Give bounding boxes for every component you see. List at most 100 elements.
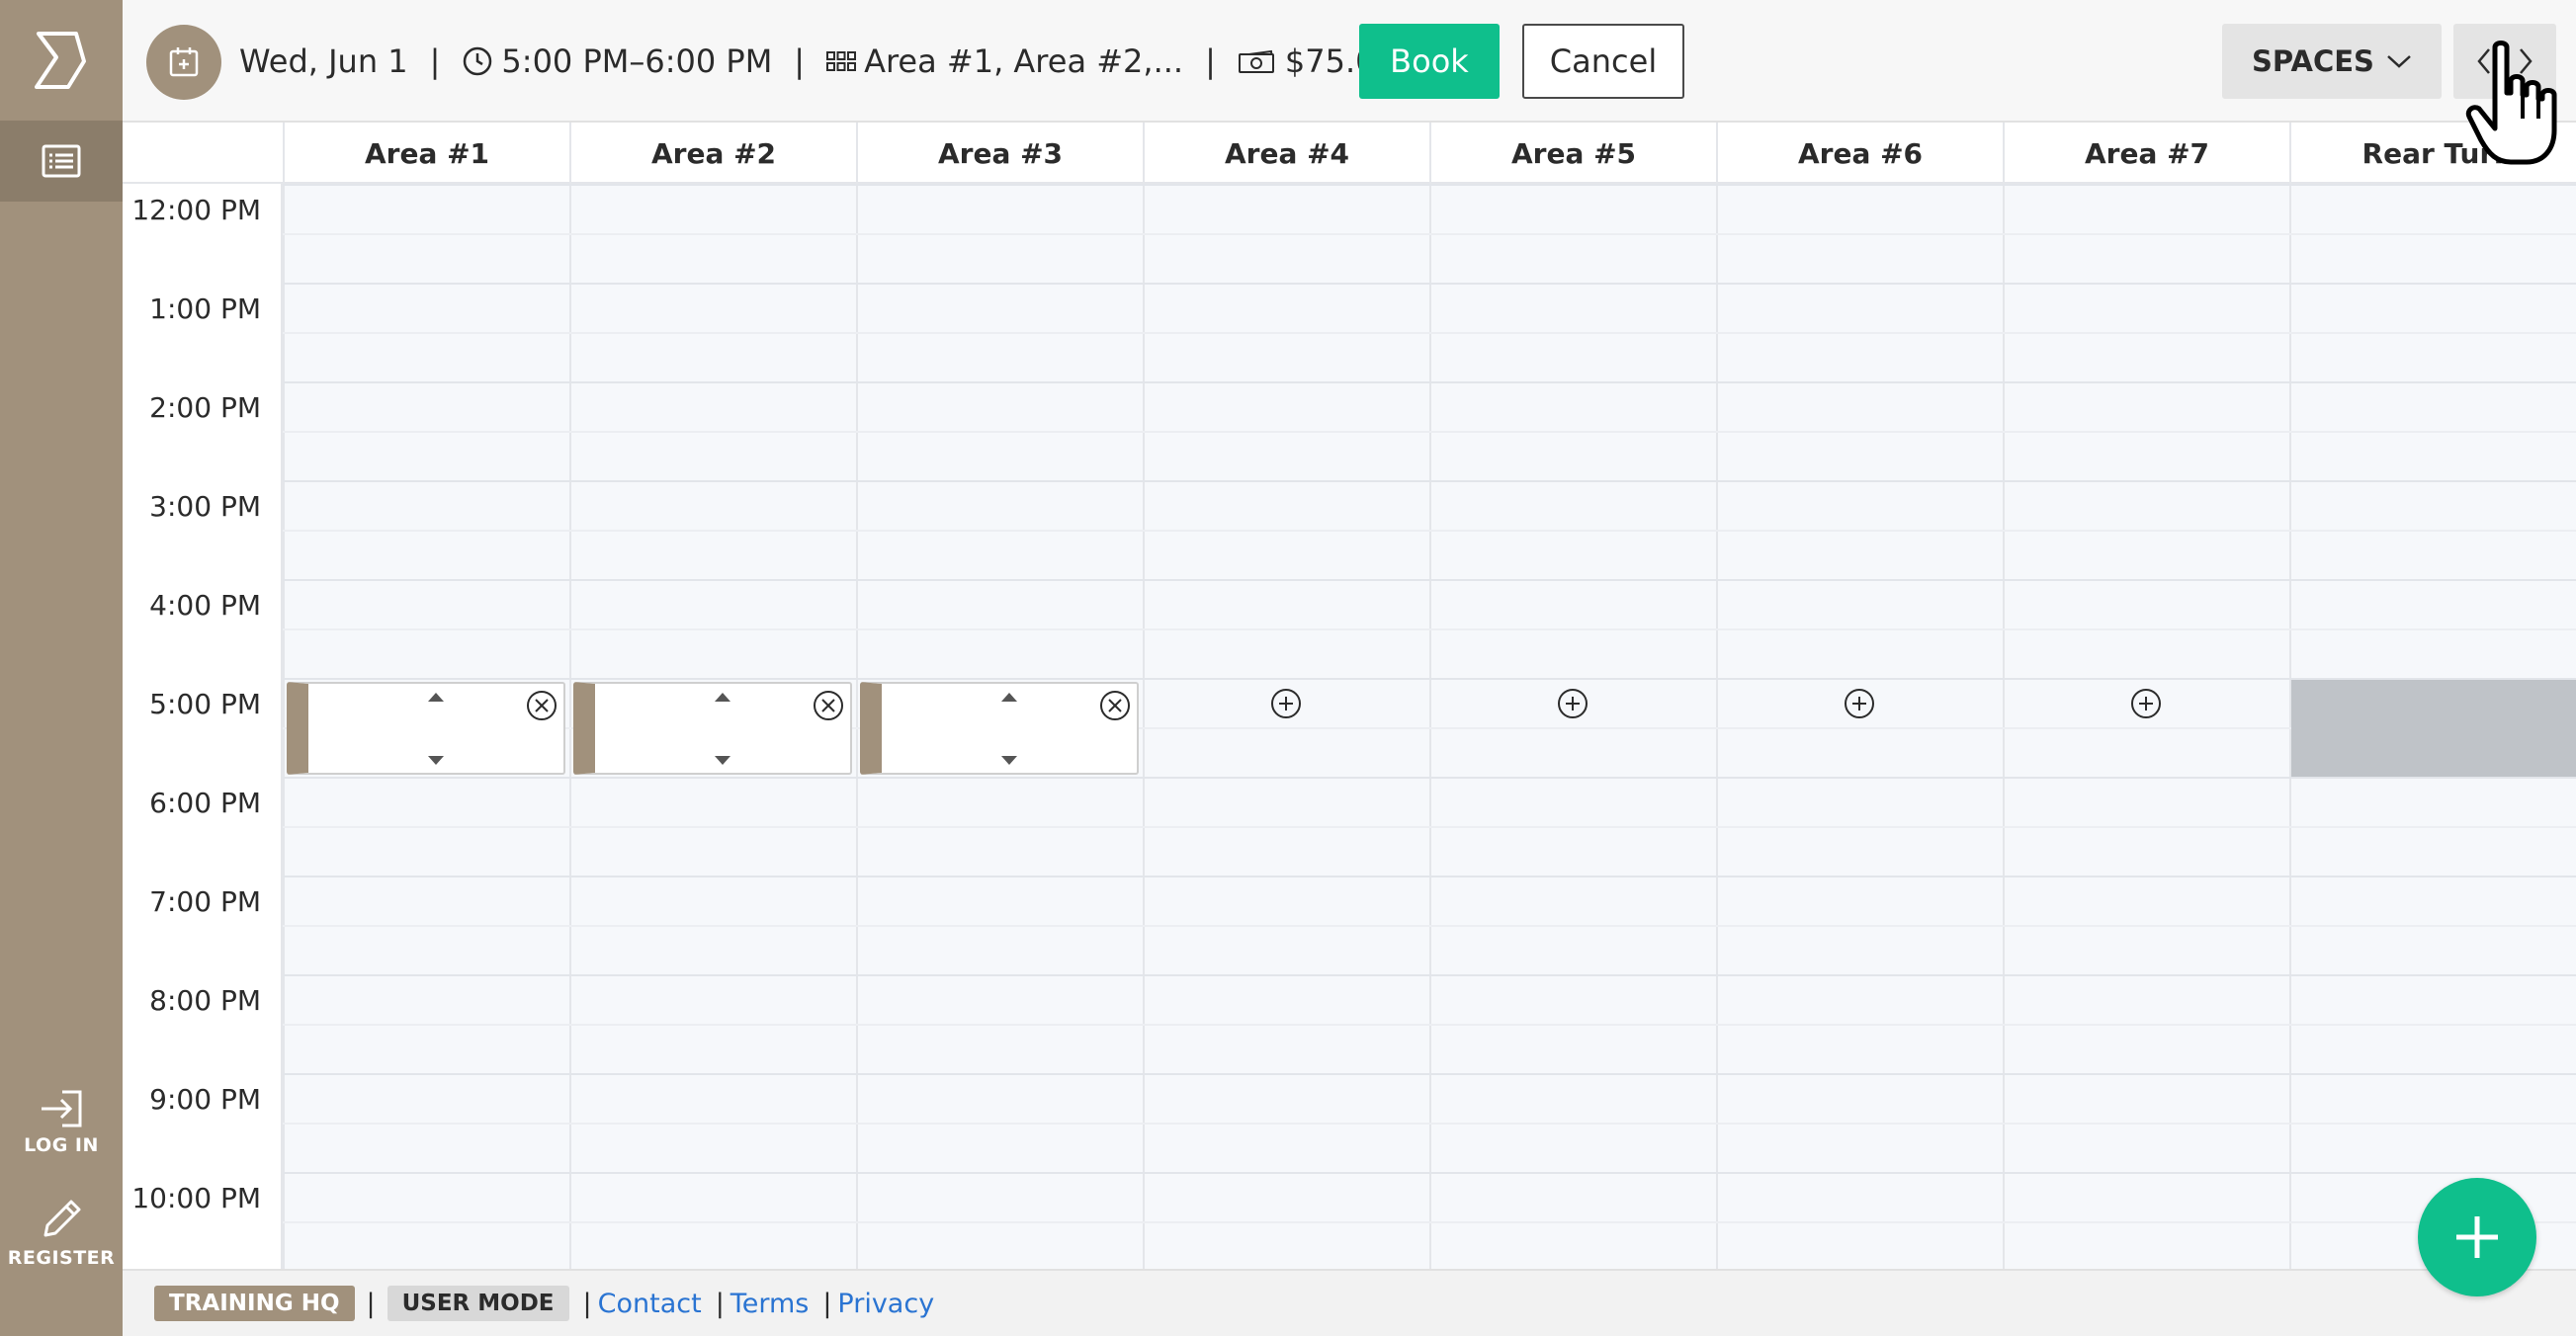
register-label: REGISTER xyxy=(7,1247,116,1269)
privacy-link[interactable]: Privacy xyxy=(837,1289,934,1319)
half-hour-line xyxy=(283,233,2576,235)
half-hour-line xyxy=(283,431,2576,433)
separator: | xyxy=(715,1288,725,1319)
half-hour-line xyxy=(283,1024,2576,1026)
calendar-icon xyxy=(169,47,199,77)
hour-line xyxy=(283,777,2576,779)
close-icon xyxy=(527,691,557,720)
remove-slot-button[interactable] xyxy=(526,690,558,725)
time-label: 4:00 PM xyxy=(149,589,261,622)
selected-slot[interactable] xyxy=(860,682,1139,775)
resize-handle-top[interactable] xyxy=(426,688,446,707)
time-label: 6:00 PM xyxy=(149,787,261,819)
half-hour-line xyxy=(283,628,2576,630)
add-slot-button[interactable] xyxy=(1270,688,1302,723)
login-icon xyxy=(42,1090,82,1127)
plus-circle-icon xyxy=(1271,689,1301,718)
caret-down-icon xyxy=(715,756,730,765)
column-divider xyxy=(1429,184,1431,1269)
plus-circle-icon xyxy=(2131,689,2161,718)
time-label: 12:00 PM xyxy=(131,194,261,226)
add-reservation-button[interactable] xyxy=(2418,1178,2536,1296)
resize-handle-bottom[interactable] xyxy=(426,752,446,771)
resize-handle-top[interactable] xyxy=(713,688,732,707)
chevron-left-icon[interactable] xyxy=(2475,46,2493,76)
booking-summary: Wed, Jun 1 | 5:00 PM–6:00 PM | Area #1, … xyxy=(239,0,1396,123)
time-label: 5:00 PM xyxy=(149,688,261,720)
app-logo[interactable] xyxy=(0,0,123,121)
cancel-button[interactable]: Cancel xyxy=(1522,24,1684,99)
separator: | xyxy=(822,1288,832,1319)
separator: | xyxy=(1205,42,1216,80)
list-icon xyxy=(42,144,81,178)
hour-line xyxy=(283,974,2576,976)
chevron-down-icon xyxy=(2387,55,2411,68)
selected-slot[interactable] xyxy=(573,682,852,775)
column-header: Area #4 xyxy=(1143,123,1429,184)
caret-up-icon xyxy=(428,693,444,702)
column-header: Area #6 xyxy=(1716,123,2003,184)
booking-date: Wed, Jun 1 xyxy=(239,42,408,80)
time-axis: 12:00 PM 1:00 PM 2:00 PM 3:00 PM 4:00 PM 5:00… xyxy=(123,184,283,1269)
hour-line xyxy=(283,876,2576,877)
reservations-list-button[interactable] xyxy=(0,121,123,202)
hour-line xyxy=(283,1073,2576,1075)
close-icon xyxy=(1100,691,1130,720)
login-label: LOG IN xyxy=(24,1134,99,1156)
remove-slot-button[interactable] xyxy=(1099,690,1131,725)
caret-up-icon xyxy=(1001,693,1017,702)
column-divider xyxy=(569,184,571,1269)
half-hour-line xyxy=(283,530,2576,532)
column-divider xyxy=(1143,184,1145,1269)
chevron-right-icon[interactable] xyxy=(2517,46,2534,76)
column-header-row: Area #1 Area #2 Area #3 Area #4 Area #5 Area … xyxy=(123,123,2576,184)
separator: | xyxy=(366,1288,376,1319)
selected-slot[interactable] xyxy=(287,682,565,775)
column-divider xyxy=(856,184,858,1269)
column-header: Area #7 xyxy=(2003,123,2289,184)
spaces-dropdown[interactable]: SPACES xyxy=(2222,24,2442,99)
register-button[interactable]: REGISTER xyxy=(0,1198,123,1269)
column-divider xyxy=(1716,184,1718,1269)
half-hour-line xyxy=(283,925,2576,927)
date-picker-button[interactable] xyxy=(146,25,221,100)
half-hour-line xyxy=(283,1221,2576,1223)
hour-line xyxy=(283,1172,2576,1174)
time-label: 10:00 PM xyxy=(131,1182,261,1214)
add-slot-button[interactable] xyxy=(1844,688,1875,723)
booking-time-range: 5:00 PM–6:00 PM xyxy=(501,42,773,80)
resize-handle-bottom[interactable] xyxy=(999,752,1019,771)
half-hour-line xyxy=(283,1123,2576,1125)
add-slot-button[interactable] xyxy=(2130,688,2162,723)
add-slot-button[interactable] xyxy=(1557,688,1589,723)
resize-handle-bottom[interactable] xyxy=(713,752,732,771)
hour-line xyxy=(283,283,2576,285)
sidebar: LOG IN REGISTER xyxy=(0,0,123,1336)
login-button[interactable]: LOG IN xyxy=(0,1089,123,1156)
hour-line xyxy=(283,579,2576,581)
terms-link[interactable]: Terms xyxy=(730,1289,810,1319)
hour-line xyxy=(283,184,2576,186)
separator: | xyxy=(582,1288,592,1319)
hour-line xyxy=(283,678,2576,680)
remove-slot-button[interactable] xyxy=(813,690,844,725)
resize-handle-top[interactable] xyxy=(999,688,1019,707)
schedule-grid: Area #1 Area #2 Area #3 Area #4 Area #5 Area … xyxy=(123,123,2576,1269)
booking-areas: Area #1, Area #2,... xyxy=(864,42,1184,80)
footer: TRAINING HQ | USER MODE | Contact | Term… xyxy=(123,1269,2576,1336)
caret-down-icon xyxy=(428,756,444,765)
book-button[interactable]: Book xyxy=(1359,24,1500,99)
half-hour-line xyxy=(283,826,2576,828)
column-header: Area #5 xyxy=(1429,123,1716,184)
caret-up-icon xyxy=(715,693,730,702)
column-header: Area #3 xyxy=(856,123,1143,184)
hour-line xyxy=(283,480,2576,482)
time-label: 7:00 PM xyxy=(149,885,261,918)
contact-link[interactable]: Contact xyxy=(598,1289,702,1319)
column-header: Rear Turf xyxy=(2289,123,2576,184)
close-icon xyxy=(814,691,843,720)
mode-badge[interactable]: USER MODE xyxy=(386,1286,569,1321)
location-badge[interactable]: TRAINING HQ xyxy=(154,1286,355,1321)
column-divider xyxy=(283,184,285,1269)
column-pager xyxy=(2453,24,2556,99)
